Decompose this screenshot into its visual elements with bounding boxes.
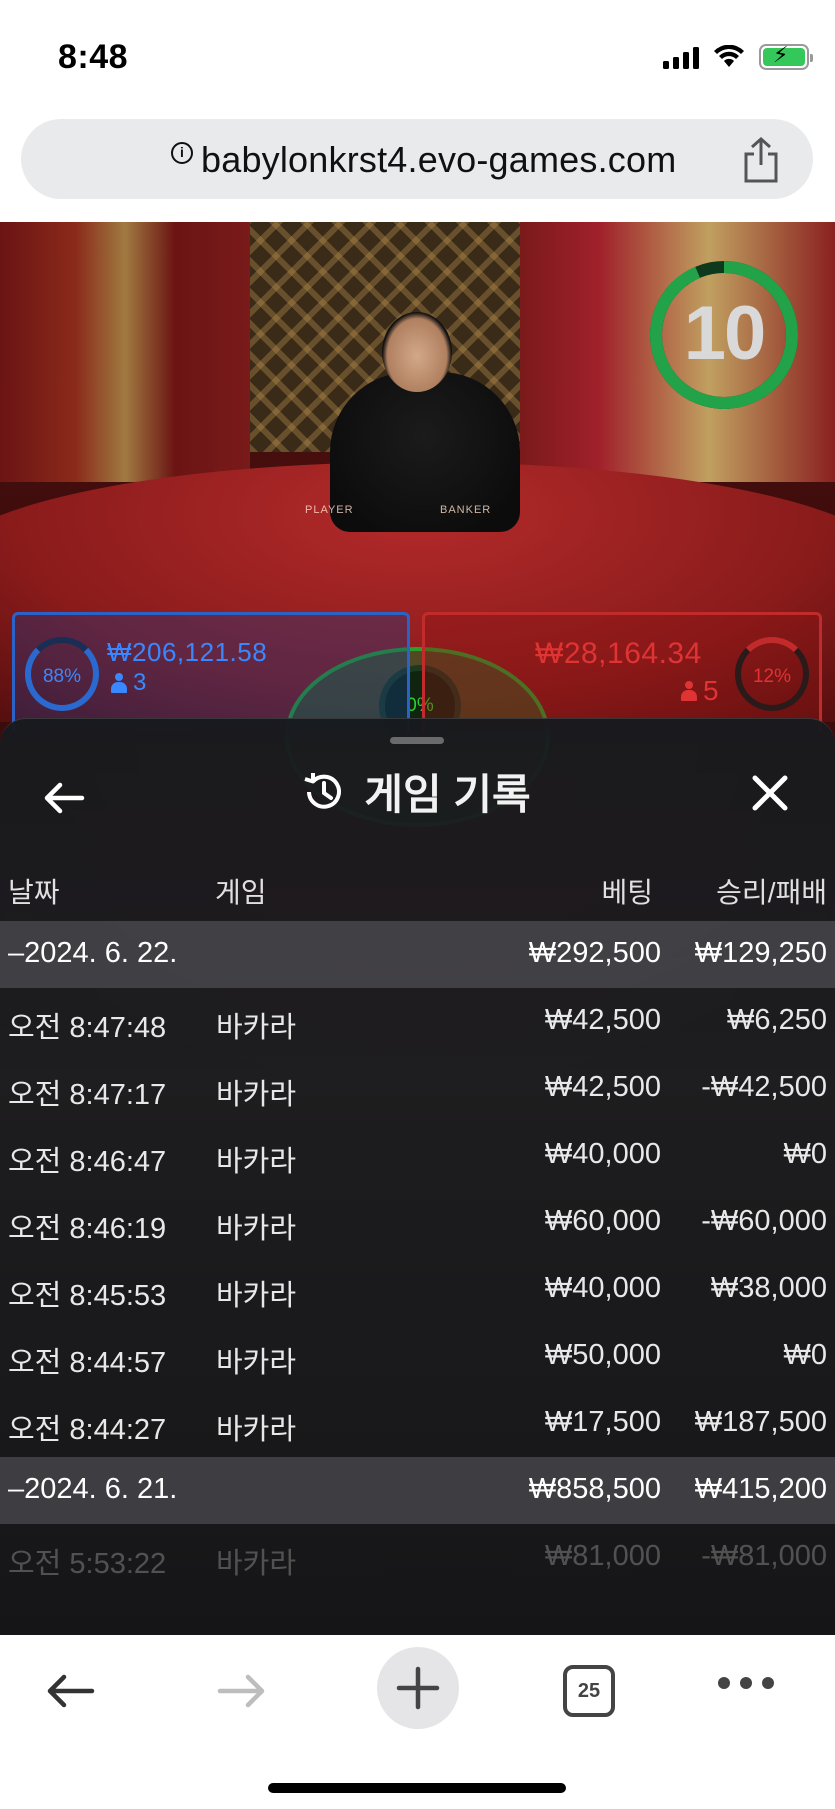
new-tab-button[interactable] (377, 1647, 459, 1729)
player-bettor-count: 3 (111, 669, 146, 697)
history-row[interactable]: 오전 5:53:22 바카라 ₩81,000 -₩81,000 (0, 1524, 835, 1591)
more-icon[interactable] (718, 1677, 778, 1697)
history-row[interactable]: 오전 8:44:57 바카라 ₩50,000 ₩0 (0, 1323, 835, 1390)
status-time: 8:48 (58, 38, 129, 76)
dealer (330, 372, 520, 532)
date-group-header[interactable]: –2024. 6. 21. ₩858,500 ₩415,200 (0, 1457, 835, 1524)
status-icons: ⚡ (663, 42, 813, 70)
round-timer: 10 (647, 258, 801, 412)
plus-icon (396, 1666, 440, 1710)
history-row[interactable]: 오전 8:47:17 바카라 ₩42,500 -₩42,500 (0, 1055, 835, 1122)
close-icon[interactable] (748, 771, 792, 815)
battery-icon: ⚡ (759, 42, 813, 70)
history-row[interactable]: 오전 8:46:47 바카라 ₩40,000 ₩0 (0, 1122, 835, 1189)
player-percent: 88% (25, 637, 99, 711)
url-text: babylonkrst4.evo-games.com (201, 139, 677, 180)
banker-percent: 12% (735, 637, 809, 711)
browser-toolbar: 25 (0, 1635, 835, 1809)
share-icon[interactable] (741, 137, 781, 183)
column-header-win-loss: 승리/패배 (716, 877, 827, 908)
cellular-signal-icon (663, 45, 699, 69)
status-bar: 8:48 ⚡ (0, 0, 835, 110)
wifi-icon (714, 45, 744, 67)
charging-bolt-icon: ⚡ (773, 42, 789, 67)
browser-forward-icon[interactable] (214, 1663, 270, 1719)
banker-bet-area[interactable]: ₩28,164.34 5 12% (422, 612, 822, 732)
history-row[interactable]: 오전 8:45:53 바카라 ₩40,000 ₩38,000 (0, 1256, 835, 1323)
column-header-bet: 베팅 (601, 877, 653, 908)
banker-bet-total: ₩28,164.34 (535, 637, 702, 670)
tabs-button[interactable]: 25 (563, 1665, 615, 1717)
home-indicator (268, 1783, 566, 1793)
banker-bettor-count: 5 (681, 675, 719, 707)
column-header-game: 게임 (215, 877, 267, 908)
browser-back-icon[interactable] (42, 1663, 98, 1719)
player-bet-area[interactable]: 88% ₩206,121.58 3 (12, 612, 410, 732)
drag-handle[interactable] (390, 737, 444, 744)
history-row[interactable]: 오전 8:46:19 바카라 ₩60,000 -₩60,000 (0, 1189, 835, 1256)
person-icon (111, 673, 127, 693)
info-icon[interactable]: i (171, 142, 193, 164)
panel-title: 게임 기록 (364, 771, 531, 818)
date-group-header[interactable]: –2024. 6. 22. ₩292,500 ₩129,250 (0, 921, 835, 988)
history-row[interactable]: 오전 8:44:27 바카라 ₩17,500 ₩187,500 (0, 1390, 835, 1457)
player-bet-total: ₩206,121.58 (107, 637, 268, 667)
person-icon (681, 681, 697, 701)
game-history-panel: 게임 기록 날짜 게임 베팅 승리/패배 –2024. 6. 22. ₩292,… (0, 718, 835, 1635)
address-bar[interactable]: i babylonkrst4.evo-games.com (21, 119, 813, 199)
column-header-date: 날짜 (8, 877, 60, 908)
history-list: –2024. 6. 22. ₩292,500 ₩129,250 오전 8:47:… (0, 921, 835, 1591)
history-row[interactable]: 오전 8:47:48 바카라 ₩42,500 ₩6,250 (0, 988, 835, 1055)
timer-value: 10 (683, 291, 767, 376)
